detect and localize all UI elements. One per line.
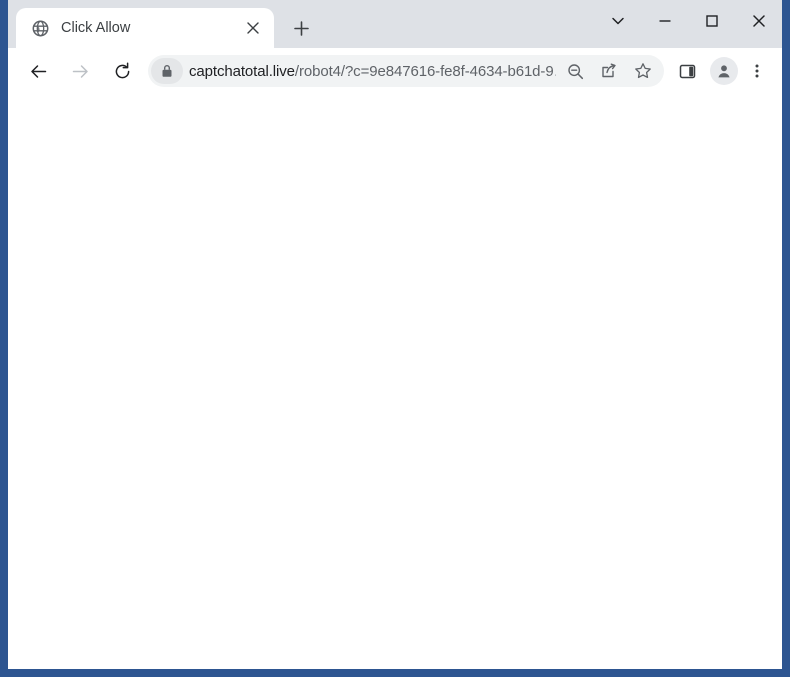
tab-title: Click Allow [61, 20, 131, 36]
globe-icon [32, 20, 49, 37]
close-window-button[interactable] [735, 0, 782, 42]
tab-strip: Click Allow [8, 0, 782, 48]
browser-frame: Click Allow captchatotal.live/robot4/?c=… [8, 0, 782, 669]
new-tab-button[interactable] [286, 13, 316, 43]
share-icon[interactable] [594, 56, 624, 86]
side-panel-icon[interactable] [672, 56, 702, 86]
reload-icon[interactable] [106, 55, 138, 87]
url-text[interactable]: captchatotal.live/robot4/?c=9e847616-fe8… [183, 63, 556, 80]
browser-tab[interactable]: Click Allow [16, 8, 274, 48]
maximize-button[interactable] [688, 0, 735, 42]
browser-toolbar: captchatotal.live/robot4/?c=9e847616-fe8… [8, 48, 782, 94]
profile-avatar-icon[interactable] [710, 57, 738, 85]
minimize-button[interactable] [641, 0, 688, 42]
browser-window: Click Allow captchatotal.live/robot4/?c=… [0, 0, 790, 677]
zoom-out-icon[interactable] [560, 56, 590, 86]
window-controls [594, 0, 782, 42]
forward-arrow-icon [64, 55, 96, 87]
three-dot-menu-icon[interactable] [742, 56, 772, 86]
lock-icon[interactable] [151, 58, 183, 84]
tab-search-button[interactable] [594, 0, 641, 42]
url-path: /robot4/?c=9e847616-fe8f-4634-b61d-9… [294, 62, 556, 80]
bookmark-star-icon[interactable] [628, 56, 658, 86]
back-arrow-icon[interactable] [22, 55, 54, 87]
url-host: captchatotal.live [189, 62, 295, 80]
address-bar[interactable]: captchatotal.live/robot4/?c=9e847616-fe8… [148, 55, 664, 87]
tab-close-button[interactable] [242, 17, 264, 39]
